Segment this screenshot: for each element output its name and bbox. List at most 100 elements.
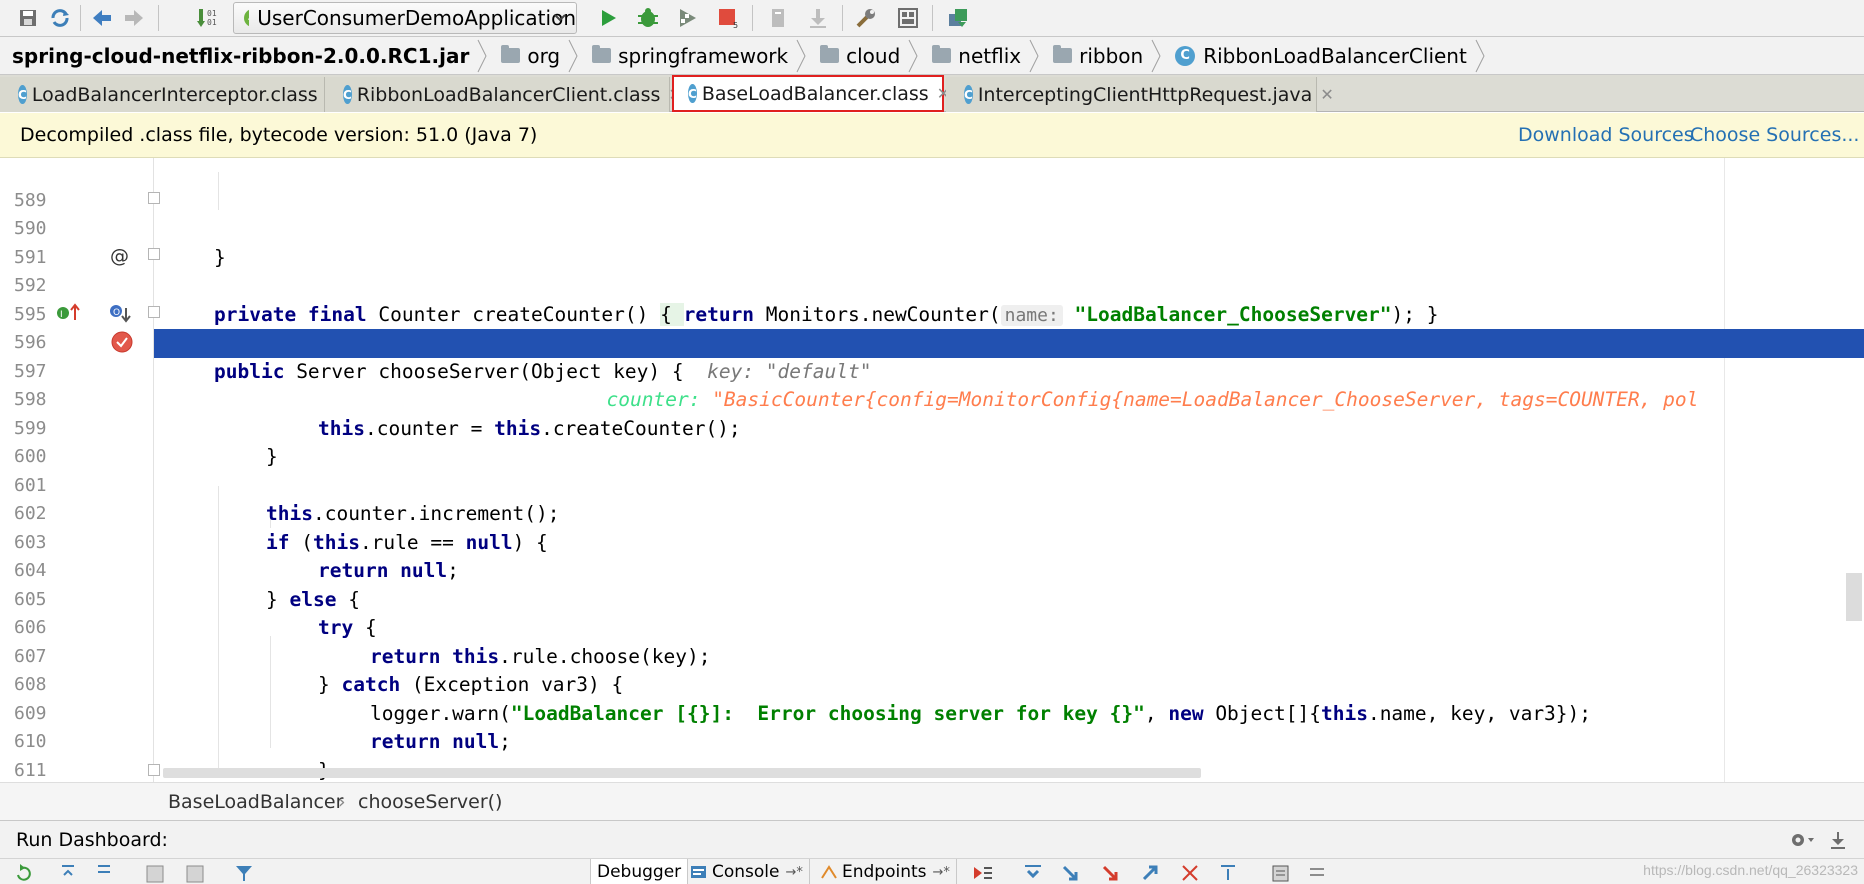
- gear-icon[interactable]: [1788, 830, 1818, 850]
- code-line: 603 return null;: [0, 500, 1864, 583]
- folder-icon: [1053, 45, 1073, 63]
- code-line-current: 597 if (this.counter == null) { counter:…: [0, 329, 1864, 412]
- code-line: 592 private final Counter createCounter(…: [0, 244, 1864, 326]
- drop-frame-icon[interactable]: [1180, 863, 1202, 883]
- chevron-right-icon: [1475, 39, 1485, 72]
- decompiled-message: Decompiled .class file, bytecode version…: [20, 124, 538, 146]
- code-line: 599 }: [0, 386, 1864, 469]
- code-line: 609 return null;: [0, 671, 1864, 754]
- step-over-icon[interactable]: [1022, 863, 1044, 883]
- breadcrumb-jar-label: spring-cloud-netflix-ribbon-2.0.0.RC1.ja…: [12, 43, 470, 68]
- forward-arrow-icon[interactable]: [120, 4, 148, 32]
- tab-label: LoadBalancerInterceptor.class: [31, 83, 318, 106]
- back-arrow-icon[interactable]: [88, 4, 116, 32]
- breadcrumb-springframework-label: springframework: [618, 43, 789, 68]
- pin-tab-icon[interactable]: →*: [933, 865, 950, 880]
- stop-icon[interactable]: 5: [714, 4, 742, 32]
- group-by-icon[interactable]: [144, 863, 166, 883]
- vertical-scrollbar-thumb[interactable]: [1846, 573, 1862, 621]
- force-step-into-icon[interactable]: [1100, 863, 1122, 883]
- breadcrumb-netflix-label: netflix: [958, 43, 1022, 68]
- code-editor[interactable]: @ I O 589 590 } 591 592 private final Co…: [0, 158, 1864, 782]
- coverage-icon[interactable]: [674, 4, 702, 32]
- breadcrumb-netflix[interactable]: netflix: [924, 37, 1045, 75]
- vcs-icon[interactable]: [764, 4, 792, 32]
- tab-base-load-balancer[interactable]: C BaseLoadBalancer.class ✕: [672, 75, 950, 112]
- decompiled-notification: Decompiled .class file, bytecode version…: [0, 113, 1864, 158]
- svg-text:5: 5: [733, 21, 738, 30]
- filter-icon[interactable]: [234, 863, 254, 883]
- breadcrumb-org[interactable]: org: [493, 37, 584, 75]
- run-dashboard-header: Run Dashboard:: [0, 820, 1864, 858]
- folder-icon: [501, 45, 521, 63]
- horizontal-scrollbar[interactable]: [163, 768, 1201, 778]
- class-icon: C: [1175, 45, 1196, 66]
- tab-label: BaseLoadBalancer.class: [701, 82, 929, 105]
- tab-debugger[interactable]: Debugger: [590, 859, 689, 884]
- chevron-right-icon: [908, 39, 918, 72]
- code-line: 598 this.counter = this.createCounter();: [0, 358, 1864, 440]
- chevron-down-icon: [554, 14, 566, 22]
- build-icon[interactable]: 01 01: [194, 4, 222, 32]
- breadcrumb-class-name[interactable]: BaseLoadBalancer: [168, 791, 343, 813]
- editor-breadcrumb: BaseLoadBalancer › chooseServer(): [0, 782, 1864, 820]
- breadcrumb-cloud[interactable]: cloud: [812, 37, 924, 75]
- settings-wrench-icon[interactable]: [852, 4, 880, 32]
- breadcrumb-class[interactable]: C RibbonLoadBalancerClient: [1167, 37, 1491, 75]
- chevron-right-icon: [477, 39, 487, 72]
- svg-text:01: 01: [207, 9, 217, 18]
- chevron-right-icon: ›: [338, 791, 346, 813]
- chevron-right-icon: [1151, 39, 1161, 72]
- breadcrumb-ribbon-label: ribbon: [1079, 43, 1144, 68]
- code-line: 611 }: [0, 728, 1864, 781]
- debug-icon[interactable]: [634, 4, 662, 32]
- code-line: 607 } catch (Exception var3) {: [0, 614, 1864, 697]
- tab-load-balancer-interceptor[interactable]: C LoadBalancerInterceptor.class ✕: [0, 77, 339, 112]
- run-to-cursor-icon[interactable]: [1218, 863, 1240, 883]
- expand-all-icon[interactable]: [58, 863, 78, 883]
- sync-icon[interactable]: [46, 4, 74, 32]
- layout-icon[interactable]: [184, 863, 206, 883]
- chevron-right-icon: [568, 39, 578, 72]
- breadcrumb-ribbon[interactable]: ribbon: [1045, 37, 1167, 75]
- tab-label: InterceptingClientHttpRequest.java: [977, 83, 1313, 106]
- rerun-icon[interactable]: [14, 863, 34, 883]
- tab-ribbon-load-balancer-client[interactable]: C RibbonLoadBalancerClient.class ✕: [325, 77, 682, 112]
- step-out-icon[interactable]: [1140, 863, 1162, 883]
- tab-intercepting-client-http-request[interactable]: C InterceptingClientHttpRequest.java ✕: [946, 77, 1334, 112]
- folder-icon: [592, 45, 612, 63]
- breadcrumb-method-name[interactable]: chooseServer(): [358, 791, 502, 813]
- trace-icon[interactable]: [1306, 863, 1328, 883]
- folder-icon: [932, 45, 952, 63]
- editor-tabs: C LoadBalancerInterceptor.class ✕ C Ribb…: [0, 75, 1864, 112]
- tab-console[interactable]: Console →*: [684, 859, 810, 884]
- debug-toolbar: Debugger Console →* Endpoints →* https:/…: [0, 858, 1864, 884]
- breadcrumb-jar[interactable]: spring-cloud-netflix-ribbon-2.0.0.RC1.ja…: [0, 37, 493, 75]
- breadcrumb-springframework[interactable]: springframework: [584, 37, 812, 75]
- run-configuration-dropdown[interactable]: UserConsumerDemoApplication: [233, 2, 577, 34]
- save-icon[interactable]: [14, 4, 42, 32]
- code-line: 608 logger.warn("LoadBalancer [{}]: Erro…: [0, 643, 1864, 725]
- evaluate-expression-icon[interactable]: [1270, 863, 1292, 883]
- choose-sources-link[interactable]: Choose Sources...: [1690, 124, 1859, 146]
- sdk-icon[interactable]: [944, 4, 972, 32]
- breadcrumb-cloud-label: cloud: [846, 43, 901, 68]
- update-icon[interactable]: [804, 4, 832, 32]
- project-structure-icon[interactable]: [894, 4, 922, 32]
- run-configuration-label: UserConsumerDemoApplication: [257, 6, 576, 30]
- code-line: 595: [0, 272, 1864, 325]
- pin-tab-icon[interactable]: →*: [786, 865, 803, 880]
- download-sources-link[interactable]: Download Sources: [1518, 124, 1694, 146]
- tab-endpoints-label: Endpoints: [842, 862, 927, 882]
- hide-panel-icon[interactable]: [1828, 830, 1848, 850]
- tab-endpoints[interactable]: Endpoints →*: [814, 859, 957, 884]
- class-icon: C: [964, 85, 973, 104]
- collapse-all-icon[interactable]: [94, 863, 114, 883]
- tab-label: RibbonLoadBalancerClient.class: [356, 83, 661, 106]
- step-into-icon[interactable]: [1060, 863, 1082, 883]
- code-line: 590 }: [0, 187, 1864, 269]
- run-icon[interactable]: [594, 4, 622, 32]
- show-execution-point-icon[interactable]: [972, 863, 994, 883]
- close-icon[interactable]: ✕: [1320, 85, 1333, 104]
- run-dashboard-title: Run Dashboard:: [16, 829, 168, 851]
